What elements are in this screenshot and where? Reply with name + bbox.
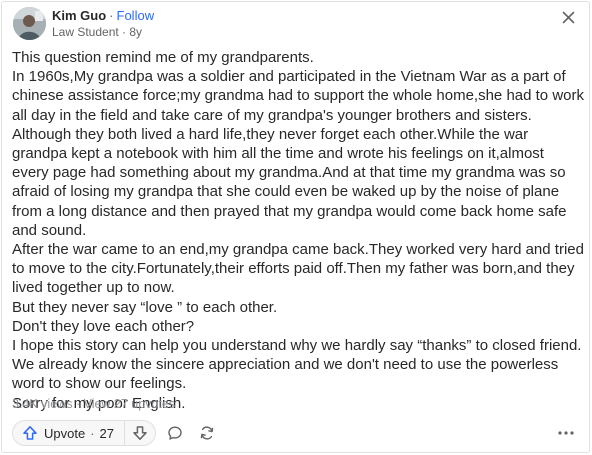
more-options-button[interactable] (553, 421, 579, 445)
author-credential: Law Student · 8y (52, 25, 143, 39)
close-icon (562, 11, 574, 23)
answer-stats: 3.4K views · View 27 upvotes (12, 396, 175, 412)
action-bar: Upvote · 27 (12, 420, 220, 446)
answer-paragraph: This question remind me of my grandparen… (12, 49, 314, 66)
author-separator: · (109, 8, 114, 23)
more-dots-icon (558, 431, 574, 435)
answer-paragraph: After the war came to an end,my grandpa … (12, 241, 584, 297)
comment-button[interactable] (162, 420, 188, 446)
avatar-image (13, 7, 46, 40)
follow-button[interactable]: Follow (117, 8, 155, 23)
close-button[interactable] (557, 6, 579, 28)
share-button[interactable] (194, 420, 220, 446)
upvote-separator: · (90, 425, 95, 441)
upvote-button[interactable]: Upvote · 27 (13, 421, 124, 445)
upvote-count: 27 (99, 425, 115, 441)
stats-separator: · (75, 397, 81, 411)
answer-paragraph: Don't they love each other? (12, 317, 195, 335)
author-row: Kim Guo · Follow (52, 8, 154, 24)
upvote-label: Upvote (44, 425, 86, 441)
downvote-button[interactable] (124, 421, 155, 445)
upvote-arrow-icon (23, 426, 37, 440)
vote-group: Upvote · 27 (12, 420, 157, 446)
answer-content: This question remind me of my grandparen… (12, 48, 584, 413)
share-icon (200, 426, 214, 440)
avatar[interactable] (13, 7, 46, 40)
answer-paragraph: But they never say “love ” to each other… (12, 298, 278, 316)
comment-icon (168, 426, 182, 440)
view-upvotes-link[interactable]: View 27 upvotes (84, 397, 176, 411)
answer-paragraph: I hope this story can help you understan… (12, 337, 586, 393)
downvote-arrow-icon (133, 426, 147, 440)
author-name[interactable]: Kim Guo (52, 8, 106, 23)
answer-paragraph: In 1960s,My grandpa was a soldier and pa… (12, 68, 584, 124)
answer-paragraph: Although they both lived a hard life,the… (12, 125, 571, 239)
view-count: 3.4K views (12, 397, 73, 411)
